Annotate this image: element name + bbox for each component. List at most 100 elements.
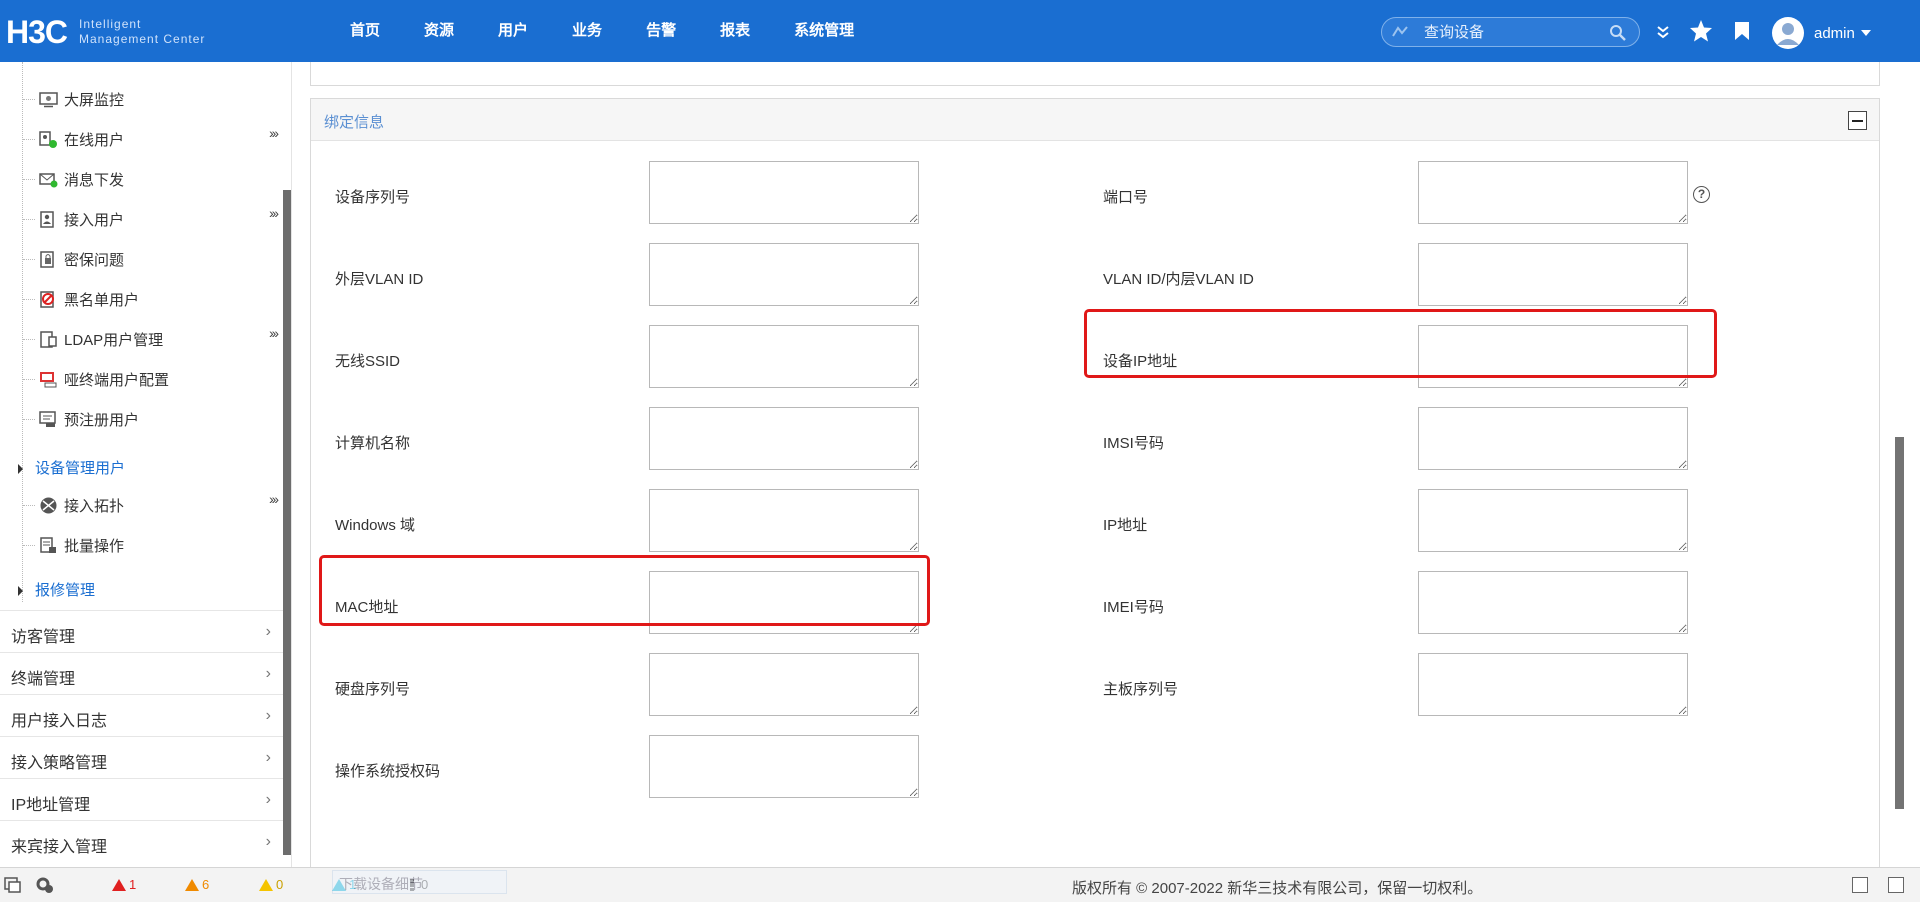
search-icon[interactable] — [1609, 24, 1627, 42]
sidebar-menu-visitor[interactable]: 访客管理 › — [0, 610, 283, 652]
label-windows-domain: Windows 域 — [335, 517, 416, 534]
label-os-license: 操作系统授权码 — [335, 763, 441, 780]
device-search-icon — [1392, 26, 1408, 37]
sidebar-group-label: 设备管理用户 — [35, 460, 126, 477]
sidebar-menu-label: 终端管理 — [11, 671, 76, 688]
expand-more-icon[interactable]: ››› — [269, 125, 279, 141]
sidebar-item-label: 预注册用户 — [64, 412, 140, 429]
sidebar-item-message[interactable]: 消息下发 — [0, 159, 283, 199]
logo-line2: Management Center — [79, 32, 206, 46]
nav-resources[interactable]: 资源 — [424, 0, 454, 62]
sidebar-menu-label: 访客管理 — [11, 629, 76, 646]
sidebar-item-batch[interactable]: 批量操作 — [0, 525, 283, 565]
logo[interactable]: H3C Intelligent Management Center — [6, 12, 205, 52]
double-chevron-down-icon[interactable] — [1656, 25, 1670, 39]
nav-home[interactable]: 首页 — [350, 0, 380, 62]
message-icon — [39, 173, 58, 188]
device-serial-field[interactable] — [649, 161, 919, 224]
os-license-field[interactable] — [649, 735, 919, 798]
sidebar-item-ldap[interactable]: LDAP用户管理 ››› — [0, 319, 283, 359]
sidebar-menu-access-log[interactable]: 用户接入日志 › — [0, 694, 283, 736]
sidebar-item-online-users[interactable]: 在线用户 ››› — [0, 119, 283, 159]
mac-address-field[interactable] — [649, 571, 919, 634]
help-icon[interactable]: ? — [1693, 186, 1710, 203]
mainboard-serial-field[interactable] — [1418, 653, 1688, 716]
disk-serial-field[interactable] — [649, 653, 919, 716]
critical-alarm-icon — [112, 878, 126, 891]
previous-panel — [310, 62, 1880, 86]
collapse-button[interactable] — [1848, 111, 1867, 130]
device-ip-field[interactable] — [1418, 325, 1688, 388]
expand-more-icon[interactable]: ››› — [269, 325, 279, 341]
sidebar-item-preregister[interactable]: 预注册用户 — [0, 399, 283, 439]
chevron-right-icon: › — [265, 749, 271, 766]
sidebar-group-device-admin[interactable]: 设备管理用户 — [0, 447, 283, 487]
sidebar: 大屏监控 在线用户 ››› 消息下发 接入用户 ››› 密保问题 黑名单用户 L… — [0, 62, 292, 867]
nav-users[interactable]: 用户 — [498, 0, 528, 62]
expand-window-button[interactable] — [1888, 877, 1904, 893]
bookmark-icon[interactable] — [1734, 21, 1750, 41]
sidebar-item-access-users[interactable]: 接入用户 ››› — [0, 199, 283, 239]
wireless-ssid-field[interactable] — [649, 325, 919, 388]
minor-alarm[interactable]: 0 — [258, 877, 283, 892]
windows-domain-field[interactable] — [649, 489, 919, 552]
search-input[interactable] — [1424, 22, 1594, 42]
sidebar-item-dumb-terminal[interactable]: 哑终端用户配置 — [0, 359, 283, 399]
port-number-field[interactable] — [1418, 161, 1688, 224]
expand-more-icon[interactable]: ››› — [269, 491, 279, 507]
settings-icon[interactable] — [36, 877, 54, 894]
logo-line1: Intelligent — [79, 17, 142, 31]
minor-alarm-icon — [259, 878, 273, 891]
user-menu[interactable]: admin — [1772, 17, 1871, 49]
label-ip-address: IP地址 — [1103, 517, 1148, 534]
label-vlan-id: VLAN ID/内层VLAN ID — [1103, 271, 1254, 288]
sidebar-menu-guest-access[interactable]: 来宾接入管理 › — [0, 820, 283, 862]
sidebar-item-blacklist[interactable]: 黑名单用户 — [0, 279, 283, 319]
chevron-right-icon: › — [265, 707, 271, 724]
outer-vlan-field[interactable] — [649, 243, 919, 306]
favorite-star-icon[interactable] — [1689, 19, 1713, 42]
sidebar-item-big-screen[interactable]: 大屏监控 — [0, 79, 283, 119]
sidebar-scrollbar[interactable] — [283, 190, 291, 855]
ip-address-field[interactable] — [1418, 489, 1688, 552]
window-icon[interactable] — [4, 877, 21, 893]
copyright: 版权所有 © 2007-2022 新华三技术有限公司，保留一切权利。 — [1072, 880, 1483, 897]
sidebar-menu-label: 来宾接入管理 — [11, 839, 108, 856]
vlan-id-field[interactable] — [1418, 243, 1688, 306]
sidebar-item-label: 消息下发 — [64, 172, 125, 189]
alarm-count: 0 — [276, 877, 284, 892]
logo-subtitle: Intelligent Management Center — [79, 17, 205, 47]
sidebar-menu-access-policy[interactable]: 接入策略管理 › — [0, 736, 283, 778]
ldap-icon — [40, 331, 57, 348]
major-alarm[interactable]: 6 — [184, 877, 209, 892]
security-question-icon — [40, 251, 54, 268]
collapse-left-button[interactable] — [1852, 877, 1868, 893]
computer-name-field[interactable] — [649, 407, 919, 470]
top-header: H3C Intelligent Management Center 首页 资源 … — [0, 0, 1920, 62]
nav-alarms[interactable]: 告警 — [646, 0, 676, 62]
chevron-right-icon: › — [265, 791, 271, 808]
critical-alarm[interactable]: 1 — [111, 877, 136, 892]
expand-triangle-icon — [18, 464, 23, 474]
sidebar-menu-terminal[interactable]: 终端管理 › — [0, 652, 283, 694]
label-device-ip: 设备IP地址 — [1103, 353, 1178, 370]
logo-mark: H3C — [6, 14, 68, 50]
nav-system[interactable]: 系统管理 — [794, 0, 854, 62]
nav-services[interactable]: 业务 — [572, 0, 602, 62]
sidebar-menu-ip-address[interactable]: IP地址管理 › — [0, 778, 283, 820]
main-nav: 首页 资源 用户 业务 告警 报表 系统管理 — [350, 0, 898, 62]
imsi-field[interactable] — [1418, 407, 1688, 470]
expand-more-icon[interactable]: ››› — [269, 205, 279, 221]
nav-reports[interactable]: 报表 — [720, 0, 750, 62]
status-bar: 1 6 0 1 0 下载设备细节 版权所有 © 2007-2022 新华三技术有… — [0, 867, 1920, 902]
sidebar-item-topology[interactable]: 接入拓扑 ››› — [0, 485, 283, 525]
sidebar-item-label: 哑终端用户配置 — [64, 372, 170, 389]
avatar — [1772, 17, 1804, 49]
blacklist-icon — [40, 291, 54, 308]
download-popup[interactable]: 下载设备细节 — [332, 870, 507, 894]
main-scrollbar[interactable] — [1895, 437, 1904, 809]
label-disk-serial: 硬盘序列号 — [335, 681, 411, 698]
sidebar-item-security-questions[interactable]: 密保问题 — [0, 239, 283, 279]
sidebar-group-repair[interactable]: 报修管理 — [0, 569, 283, 609]
imei-field[interactable] — [1418, 571, 1688, 634]
